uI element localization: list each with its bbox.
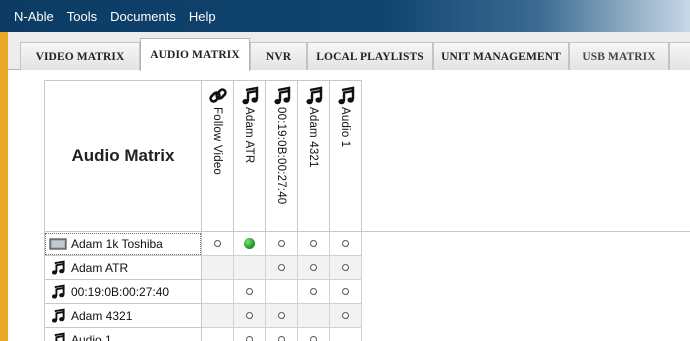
music-note-icon bbox=[336, 86, 356, 106]
tab-unit-management[interactable]: UNIT MANAGEMENT bbox=[433, 42, 569, 70]
matrix-cell[interactable] bbox=[234, 232, 266, 256]
music-note-icon bbox=[49, 331, 67, 341]
route-inactive-indicator bbox=[310, 240, 317, 247]
route-inactive-indicator bbox=[278, 312, 285, 319]
route-inactive-indicator bbox=[246, 312, 253, 319]
music-note-icon bbox=[49, 283, 67, 300]
tab-video-matrix[interactable]: VIDEO MATRIX bbox=[20, 42, 140, 70]
route-inactive-indicator bbox=[342, 240, 349, 247]
monitor-icon bbox=[49, 236, 67, 252]
matrix-cell bbox=[202, 304, 234, 328]
grid-divider bbox=[202, 231, 690, 232]
matrix-cell bbox=[202, 256, 234, 280]
matrix-cell bbox=[330, 328, 362, 341]
route-inactive-indicator bbox=[246, 288, 253, 295]
matrix-cell[interactable] bbox=[330, 304, 362, 328]
menu-item-help[interactable]: Help bbox=[189, 9, 216, 24]
matrix-cell bbox=[234, 256, 266, 280]
route-inactive-indicator bbox=[278, 264, 285, 271]
column-header-label: 00:19:0B:00:27:40 bbox=[275, 107, 287, 205]
matrix-cell[interactable] bbox=[266, 304, 298, 328]
matrix-cell[interactable] bbox=[266, 328, 298, 341]
matrix-cell[interactable] bbox=[330, 280, 362, 304]
column-header[interactable]: Adam 4321 bbox=[298, 80, 330, 232]
tab-nvr[interactable]: NVR bbox=[250, 42, 307, 70]
matrix-cell[interactable] bbox=[298, 256, 330, 280]
route-inactive-indicator bbox=[342, 264, 349, 271]
menu-item-n-able[interactable]: N-Able bbox=[14, 9, 54, 24]
column-header[interactable]: Adam ATR bbox=[234, 80, 266, 232]
row-header-label: Adam 1k Toshiba bbox=[71, 236, 163, 251]
tab-overflow[interactable] bbox=[669, 42, 690, 70]
music-note-icon bbox=[49, 259, 67, 276]
tab-usb-matrix[interactable]: USB MATRIX bbox=[569, 42, 669, 70]
matrix-cell[interactable] bbox=[234, 328, 266, 341]
row-header-label: Adam ATR bbox=[71, 260, 129, 275]
tab-local-playlists[interactable]: LOCAL PLAYLISTS bbox=[307, 42, 433, 70]
row-header[interactable]: Adam ATR bbox=[44, 256, 202, 280]
matrix-cell[interactable] bbox=[266, 232, 298, 256]
row-header-label: Adam 4321 bbox=[71, 308, 133, 323]
tab-strip: VIDEO MATRIX AUDIO MATRIX NVR LOCAL PLAY… bbox=[8, 32, 690, 71]
column-header-label: Audio 1 bbox=[339, 107, 351, 148]
matrix-cell bbox=[266, 280, 298, 304]
column-header-label: Adam 4321 bbox=[307, 107, 319, 168]
matrix-cell bbox=[298, 304, 330, 328]
route-inactive-indicator bbox=[310, 336, 317, 341]
tab-audio-matrix[interactable]: AUDIO MATRIX bbox=[140, 38, 250, 71]
row-header-label: Audio 1 bbox=[71, 332, 112, 341]
music-note-icon bbox=[304, 86, 324, 106]
link-icon bbox=[208, 86, 228, 106]
column-header[interactable]: Follow Video bbox=[202, 80, 234, 232]
matrix-cell[interactable] bbox=[298, 232, 330, 256]
music-note-icon bbox=[272, 86, 292, 106]
column-header-label: Adam ATR bbox=[243, 107, 255, 164]
menu-bar: N-Able Tools Documents Help bbox=[0, 0, 690, 32]
route-inactive-indicator bbox=[342, 288, 349, 295]
matrix-cell[interactable] bbox=[234, 304, 266, 328]
matrix-cell[interactable] bbox=[234, 280, 266, 304]
route-inactive-indicator bbox=[278, 240, 285, 247]
route-inactive-indicator bbox=[246, 336, 253, 341]
matrix-title: Audio Matrix bbox=[44, 80, 202, 232]
route-active-indicator bbox=[244, 238, 255, 249]
route-inactive-indicator bbox=[310, 288, 317, 295]
row-header[interactable]: Adam 1k Toshiba bbox=[44, 232, 202, 256]
row-header[interactable]: Audio 1 bbox=[44, 328, 202, 341]
matrix-cell[interactable] bbox=[298, 280, 330, 304]
matrix-cell[interactable] bbox=[202, 232, 234, 256]
matrix-cell[interactable] bbox=[266, 256, 298, 280]
route-inactive-indicator bbox=[342, 312, 349, 319]
route-inactive-indicator bbox=[278, 336, 285, 341]
matrix-cell[interactable] bbox=[330, 256, 362, 280]
music-note-icon bbox=[49, 307, 67, 324]
menu-item-documents[interactable]: Documents bbox=[110, 9, 176, 24]
row-header-label: 00:19:0B:00:27:40 bbox=[71, 284, 170, 299]
matrix-cell[interactable] bbox=[330, 232, 362, 256]
row-header[interactable]: Adam 4321 bbox=[44, 304, 202, 328]
music-note-icon bbox=[240, 86, 260, 106]
route-inactive-indicator bbox=[214, 240, 221, 247]
route-inactive-indicator bbox=[310, 264, 317, 271]
row-header[interactable]: 00:19:0B:00:27:40 bbox=[44, 280, 202, 304]
matrix-cell bbox=[202, 328, 234, 341]
column-header[interactable]: 00:19:0B:00:27:40 bbox=[266, 80, 298, 232]
audio-matrix-panel: Audio Matrix Follow Video Adam ATR 00:19:0… bbox=[8, 70, 690, 341]
matrix-cell bbox=[202, 280, 234, 304]
menu-item-tools[interactable]: Tools bbox=[67, 9, 97, 24]
column-header-label: Follow Video bbox=[211, 107, 223, 176]
matrix-cell[interactable] bbox=[298, 328, 330, 341]
column-header[interactable]: Audio 1 bbox=[330, 80, 362, 232]
